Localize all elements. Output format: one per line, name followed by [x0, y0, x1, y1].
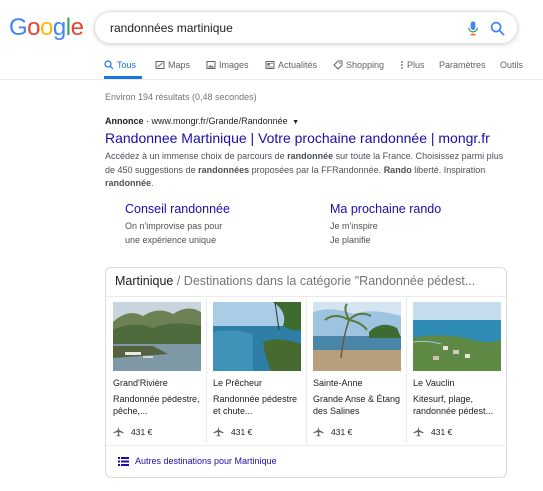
- ad-desc-text: Accédez à un immense choix de parcours d…: [105, 151, 288, 161]
- sitelink-line: Je planifie: [330, 234, 371, 245]
- ad-title-link[interactable]: Randonnee Martinique | Votre prochaine r…: [105, 130, 490, 146]
- search-icon: [104, 60, 114, 70]
- destination-description: Randonnée pédestre et chute...: [213, 394, 298, 416]
- destination-photo: [113, 302, 201, 371]
- ad-desc-keyword: Rando: [383, 164, 412, 175]
- tab-label: Shopping: [346, 60, 385, 70]
- destination-price: 431 €: [113, 426, 201, 437]
- sitelink-line: Je m'inspire: [330, 221, 378, 231]
- tab-label: Maps: [168, 60, 191, 70]
- ad-desc-text: proposées par la FFRandonnée.: [249, 164, 384, 175]
- destination-le-vauclin[interactable]: Le Vauclin Kitesurf, plage, randonnée pé…: [413, 302, 501, 437]
- logo-letter: e: [70, 14, 84, 41]
- tab-label: Outils: [500, 60, 524, 70]
- destination-sainte-anne[interactable]: Sainte-Anne Grande Anse & Étang des Sali…: [313, 302, 401, 437]
- sitelink-line: une expérience unique: [125, 234, 217, 245]
- search-input[interactable]: randonnées martinique: [110, 21, 233, 35]
- tab-images[interactable]: Images: [206, 60, 249, 70]
- google-logo[interactable]: Google: [9, 14, 84, 42]
- destination-photo: [413, 302, 501, 371]
- ad-desc-keyword: randonnée: [287, 151, 334, 161]
- logo-letter: o: [27, 14, 41, 41]
- ad-description: Accédez à un immense choix de parcours d…: [105, 150, 515, 191]
- destination-photo: [213, 302, 301, 371]
- destination-name: Sainte-Anne: [313, 378, 363, 388]
- ad-desc-text: .: [151, 178, 154, 188]
- price-value: 431 €: [131, 426, 153, 437]
- destination-name: Grand'Rivière: [113, 378, 168, 388]
- sitelink-line: On n'improvise pas pour: [125, 221, 223, 231]
- destination-name: Le Vauclin: [413, 378, 455, 388]
- column-divider: [306, 297, 307, 444]
- search-box[interactable]: randonnées martinique: [94, 11, 518, 44]
- destinations-card: Martinique / Destinations dans la catégo…: [105, 267, 507, 478]
- price-value: 431 €: [231, 426, 253, 437]
- tab-shopping[interactable]: Shopping: [333, 60, 384, 70]
- tab-label: Tous: [117, 60, 137, 70]
- destination-price: 431 €: [413, 426, 501, 437]
- logo-letter: G: [9, 14, 28, 41]
- destination-description: Kitesurf, plage, randonnée pédest...: [413, 394, 494, 416]
- airplane-icon: [413, 426, 424, 437]
- map-icon: [155, 61, 165, 69]
- column-divider: [206, 297, 207, 444]
- card-divider: [106, 445, 506, 446]
- destination-description: Randonnée pédestre, pêche,...: [113, 394, 200, 416]
- caret-down-icon[interactable]: ▼: [292, 119, 299, 126]
- destination-price: 431 €: [213, 426, 301, 437]
- destination-name: Le Prêcheur: [213, 378, 263, 388]
- list-icon: [118, 456, 129, 466]
- destination-description: Grande Anse & Étang des Salines: [313, 394, 401, 416]
- destination-price: 431 €: [313, 426, 401, 437]
- price-value: 431 €: [431, 426, 453, 437]
- destinations-region: Martinique: [115, 274, 174, 288]
- tab-outils[interactable]: Outils: [500, 60, 523, 70]
- destinations-heading[interactable]: Martinique / Destinations dans la catégo…: [115, 274, 475, 288]
- airplane-icon: [313, 426, 324, 437]
- logo-letter: g: [52, 14, 66, 41]
- news-icon: [265, 61, 275, 69]
- tag-icon: [333, 60, 343, 70]
- airplane-icon: [113, 426, 124, 437]
- ad-desc-keyword: randonnée: [105, 178, 152, 188]
- sitelink-title[interactable]: Conseil randonnée: [125, 202, 230, 216]
- tab-plus[interactable]: Plus: [400, 60, 425, 70]
- header-divider: [0, 79, 543, 80]
- destination-grand-riviere[interactable]: Grand'Rivière Randonnée pédestre, pêche,…: [113, 302, 201, 437]
- result-stats: Environ 194 résultats (0,48 secondes): [105, 92, 257, 102]
- search-icon[interactable]: [490, 21, 505, 36]
- destination-photo: [313, 302, 401, 371]
- tab-maps[interactable]: Maps: [155, 60, 190, 70]
- airplane-icon: [213, 426, 224, 437]
- tab-label: Actualités: [278, 60, 318, 70]
- tab-label: Paramètres: [439, 60, 486, 70]
- tab-parametres[interactable]: Paramètres: [439, 60, 486, 70]
- tab-label: Images: [219, 60, 249, 70]
- tab-label: Plus: [407, 60, 425, 70]
- ad-display-url[interactable]: www.mongr.fr/Grande/Randonnée: [152, 116, 288, 126]
- destination-le-precheur[interactable]: Le Prêcheur Randonnée pédestre et chute.…: [213, 302, 301, 437]
- ad-desc-keyword: randonnées: [198, 164, 250, 175]
- sitelink-conseil: Conseil randonnée On n'improvise pas pou…: [125, 202, 230, 247]
- ad-desc-text: liberté. Inspiration: [411, 164, 486, 175]
- column-divider: [406, 297, 407, 444]
- more-vert-icon: [401, 61, 403, 69]
- ad-url-line: Annonce · www.mongr.fr/Grande/Randonnée …: [105, 116, 300, 126]
- more-destinations-label: Autres destinations pour Martinique: [135, 456, 277, 466]
- destinations-category: / Destinations dans la catégorie "Randon…: [173, 274, 476, 288]
- image-icon: [206, 61, 216, 69]
- ad-badge: Annonce: [105, 116, 144, 126]
- sitelink-prochaine: Ma prochaine rando Je m'inspire Je plani…: [330, 202, 441, 247]
- tab-actualites[interactable]: Actualités: [265, 60, 317, 70]
- sitelink-title[interactable]: Ma prochaine rando: [330, 202, 441, 216]
- price-value: 431 €: [331, 426, 353, 437]
- more-destinations-link[interactable]: Autres destinations pour Martinique: [118, 456, 277, 466]
- search-tabs: Tous Maps Images Actualités Shopping Plu…: [0, 56, 543, 78]
- tab-tous[interactable]: Tous: [104, 60, 136, 70]
- microphone-icon[interactable]: [467, 21, 479, 36]
- logo-letter: o: [40, 14, 53, 41]
